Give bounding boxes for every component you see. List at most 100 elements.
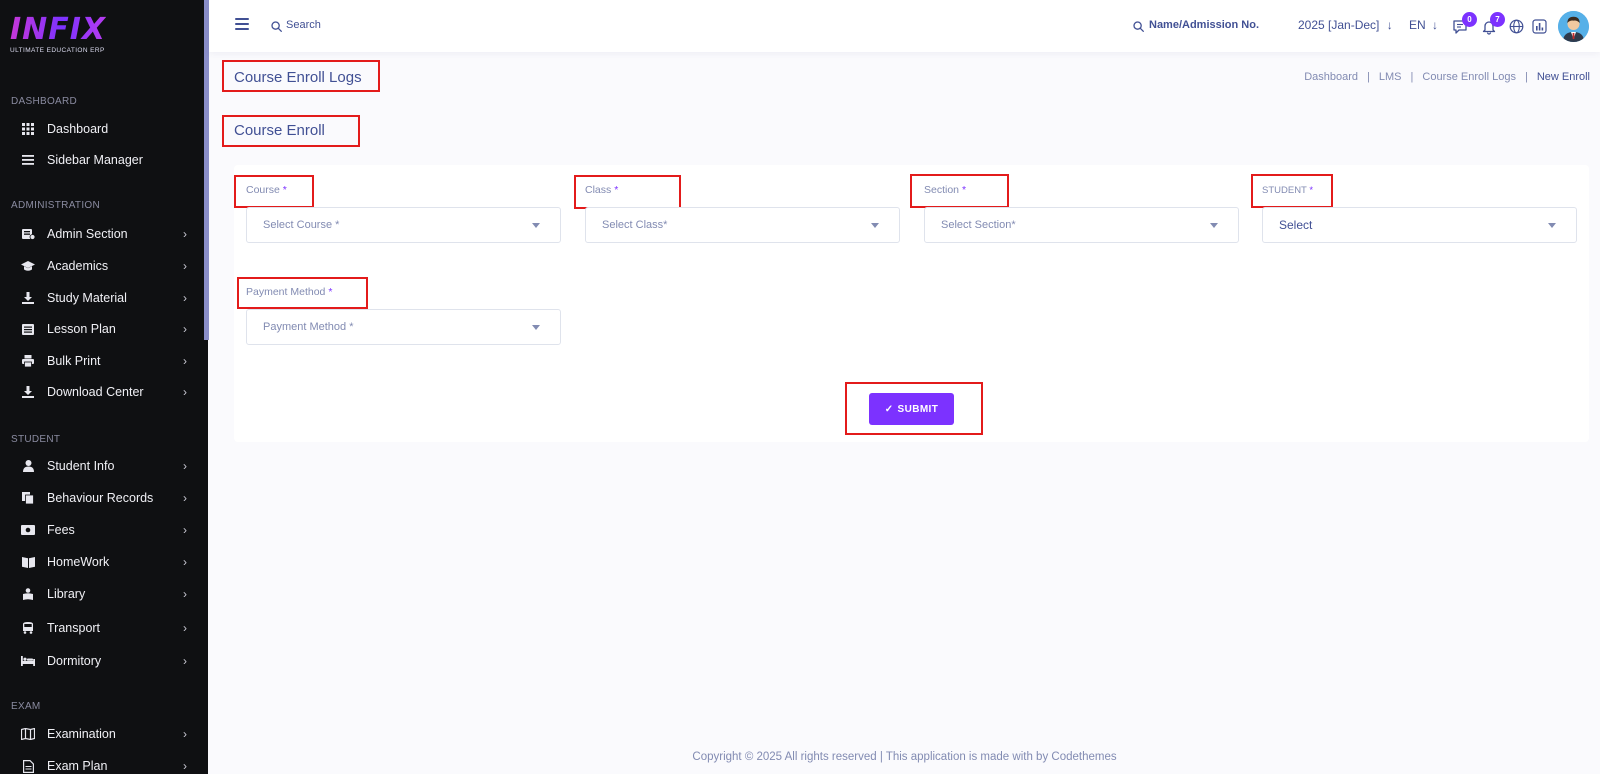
chevron-right-icon: › <box>183 555 187 569</box>
sidebar-item-label: Library <box>47 587 86 601</box>
breadcrumb-link-dashboard[interactable]: Dashboard <box>1304 71 1358 83</box>
admin-icon <box>21 227 35 241</box>
student-search-input[interactable]: Name/Admission No. <box>1149 19 1259 31</box>
student-select-value: Select <box>1279 218 1313 232</box>
logo-tagline: ULTIMATE EDUCATION ERP <box>10 47 105 54</box>
breadcrumb-link-lms[interactable]: LMS <box>1379 71 1402 83</box>
course-select[interactable]: Select Course * <box>246 207 561 243</box>
highlight-box-payment-label <box>237 277 368 309</box>
breadcrumb-separator: | <box>1410 71 1414 83</box>
search-icon[interactable] <box>1133 19 1144 37</box>
sidebar-item-library[interactable]: Library › <box>0 581 204 607</box>
caret-down-icon <box>1548 223 1556 228</box>
caret-down-icon <box>532 325 540 330</box>
reader-icon <box>21 587 35 601</box>
highlight-box-section-label <box>910 174 1009 208</box>
sidebar-item-student-info[interactable]: Student Info › <box>0 453 204 479</box>
highlight-box-course-label <box>234 175 314 208</box>
sidebar-item-label: Download Center <box>47 385 144 399</box>
academic-year-select[interactable]: 2025 [Jan-Dec] ↓ <box>1298 18 1393 32</box>
book-icon <box>21 555 35 569</box>
sidebar-item-bulk-print[interactable]: Bulk Print › <box>0 348 204 374</box>
sidebar-item-examination[interactable]: Examination › <box>0 721 204 747</box>
user-avatar[interactable] <box>1558 11 1589 42</box>
sidebar-item-transport[interactable]: Transport › <box>0 615 204 641</box>
chevron-right-icon: › <box>183 291 187 305</box>
payment-method-select[interactable]: Payment Method * <box>246 309 561 345</box>
top-header: Search Name/Admission No. 2025 [Jan-Dec]… <box>209 0 1600 52</box>
chevron-right-icon: › <box>183 385 187 399</box>
sidebar-item-label: Dormitory <box>47 654 102 668</box>
sidebar-item-label: HomeWork <box>47 555 110 569</box>
caret-down-icon <box>1210 223 1218 228</box>
sidebar-item-behaviour-records[interactable]: Behaviour Records › <box>0 485 204 511</box>
breadcrumb-separator: | <box>1524 71 1528 83</box>
sidebar-item-exam-plan[interactable]: Exam Plan › <box>0 753 204 774</box>
sidebar-item-label: Sidebar Manager <box>47 153 143 167</box>
sidebar-item-download-center[interactable]: Download Center › <box>0 379 204 405</box>
footer-copyright: Copyright © 2025 All rights reserved | T… <box>692 751 1117 763</box>
academic-year-value: 2025 [Jan-Dec] <box>1298 18 1380 32</box>
highlight-box-class-label <box>574 175 681 209</box>
files-icon <box>21 491 35 505</box>
language-select[interactable]: EN ↓ <box>1409 18 1438 32</box>
highlight-box-section-title <box>222 115 360 147</box>
money-icon <box>21 523 35 537</box>
sidebar-item-lesson-plan[interactable]: Lesson Plan › <box>0 316 204 342</box>
sidebar-item-label: Exam Plan <box>47 759 108 773</box>
arrow-down-icon: ↓ <box>1432 18 1439 32</box>
class-select[interactable]: Select Class* <box>585 207 900 243</box>
sidebar-item-homework[interactable]: HomeWork › <box>0 549 204 575</box>
bars-icon <box>21 153 35 167</box>
sidebar-item-label: Dashboard <box>47 122 109 136</box>
search-icon[interactable] <box>271 19 282 37</box>
sidebar-heading-dashboard: DASHBOARD <box>11 96 78 107</box>
sidebar-item-label: Transport <box>47 621 101 635</box>
bus-icon <box>21 621 35 635</box>
section-select[interactable]: Select Section* <box>924 207 1239 243</box>
sidebar-item-sidebar-manager[interactable]: Sidebar Manager <box>0 147 204 173</box>
sidebar-item-label: Student Info <box>47 459 115 473</box>
chevron-right-icon: › <box>183 759 187 773</box>
student-select[interactable]: Select <box>1262 207 1577 243</box>
class-select-value: Select Class* <box>602 219 668 231</box>
search-input[interactable]: Search <box>286 19 321 31</box>
sidebar-item-study-material[interactable]: Study Material › <box>0 285 204 311</box>
sidebar-item-academics[interactable]: Academics › <box>0 253 204 279</box>
chevron-right-icon: › <box>183 227 187 241</box>
highlight-box-submit <box>845 382 983 435</box>
sidebar-item-label: Examination <box>47 727 116 741</box>
logo-word: INFIX <box>10 12 107 47</box>
language-value: EN <box>1409 18 1426 32</box>
section-select-value: Select Section* <box>941 219 1016 231</box>
globe-icon[interactable] <box>1509 19 1525 35</box>
sidebar-item-label: Lesson Plan <box>47 322 116 336</box>
hamburger-menu-icon[interactable] <box>235 18 249 30</box>
highlight-box-student-label <box>1251 174 1333 208</box>
sidebar-item-dormitory[interactable]: Dormitory › <box>0 648 204 674</box>
breadcrumb-separator: | <box>1367 71 1370 83</box>
chevron-right-icon: › <box>183 259 187 273</box>
sidebar: INFIX ULTIMATE EDUCATION ERP DASHBOARD D… <box>0 0 208 774</box>
highlight-box-page-title <box>222 60 380 92</box>
chevron-right-icon: › <box>183 491 187 505</box>
sidebar-item-label: Fees <box>47 523 75 537</box>
app-logo[interactable]: INFIX ULTIMATE EDUCATION ERP <box>10 12 107 55</box>
chat-count-badge: 0 <box>1462 12 1477 27</box>
graduation-cap-icon <box>21 259 35 273</box>
chevron-right-icon: › <box>183 354 187 368</box>
sidebar-item-label: Bulk Print <box>47 354 101 368</box>
sidebar-item-label: Behaviour Records <box>47 491 154 505</box>
sidebar-heading-administration: ADMINISTRATION <box>11 200 101 211</box>
analytics-icon[interactable] <box>1532 19 1548 35</box>
sidebar-item-fees[interactable]: Fees › <box>0 517 204 543</box>
sidebar-heading-student: STUDENT <box>11 434 61 445</box>
sidebar-item-dashboard[interactable]: Dashboard <box>0 116 204 142</box>
breadcrumb-link-course-enroll-logs[interactable]: Course Enroll Logs <box>1422 71 1516 83</box>
list-icon <box>21 322 35 336</box>
chevron-right-icon: › <box>183 587 187 601</box>
payment-method-select-value: Payment Method * <box>263 321 354 333</box>
chevron-right-icon: › <box>183 523 187 537</box>
sidebar-item-admin-section[interactable]: Admin Section › <box>0 221 204 247</box>
chevron-right-icon: › <box>183 322 187 336</box>
